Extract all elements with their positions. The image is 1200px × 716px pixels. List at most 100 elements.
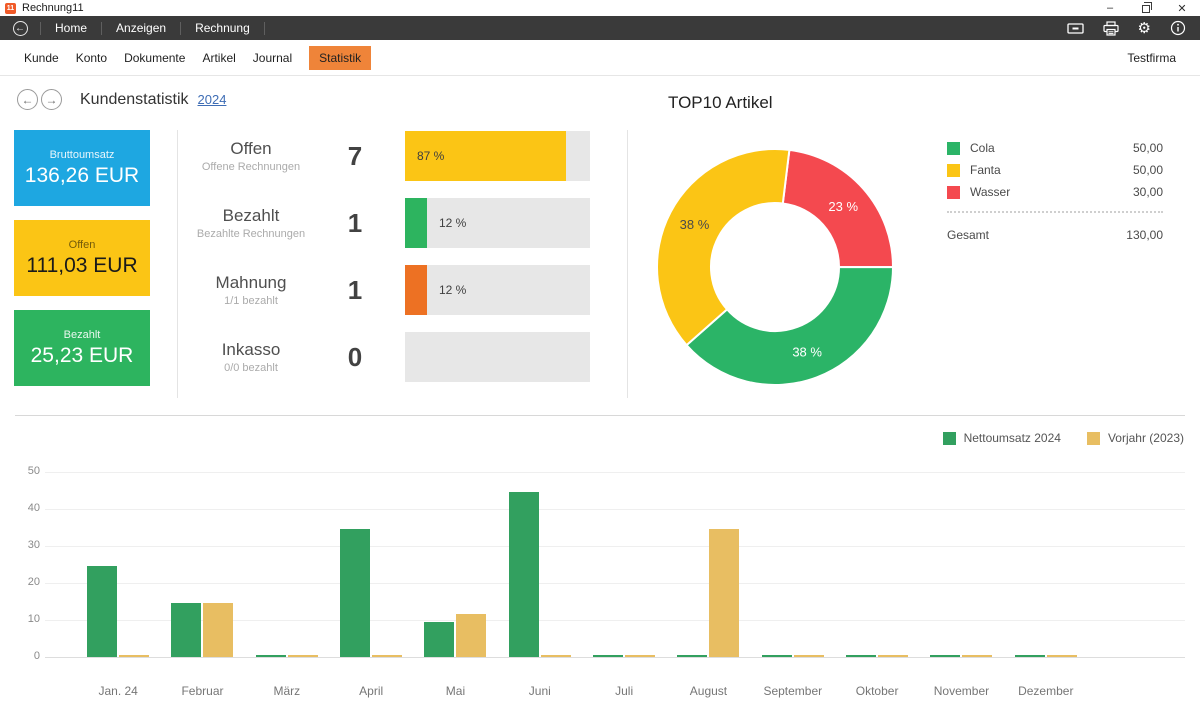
gridline <box>45 657 1185 658</box>
x-axis-label: Juli <box>582 684 666 698</box>
stat-count: 1 <box>317 208 393 239</box>
bar-nettoumsatz-2024 <box>593 655 623 657</box>
legend-label: Cola <box>970 141 995 155</box>
stat-label: Inkasso <box>185 340 317 360</box>
titlebar: 11 Rechnung11 – ✕ <box>0 0 1200 16</box>
stat-label: Bezahlt <box>185 206 317 226</box>
stat-progress-bar: 87 % <box>405 131 590 181</box>
card-label: Bezahlt <box>64 329 101 341</box>
minimize-icon: – <box>1107 2 1113 14</box>
printer-icon[interactable] <box>1103 21 1119 36</box>
menu-item-anzeigen[interactable]: Anzeigen <box>102 16 180 40</box>
menu-item-home[interactable]: Home <box>41 16 101 40</box>
menu-item-rechnung[interactable]: Rechnung <box>181 16 264 40</box>
bar-group-mai <box>413 472 497 657</box>
bar-vorjahr-2023- <box>119 655 149 657</box>
stat-count: 1 <box>317 275 393 306</box>
monthly-bar-chart: 01020304050 Jan. 24FebruarMärzAprilMaiJu… <box>0 455 1200 716</box>
stat-progress-bar: 12 % <box>405 198 590 248</box>
maximize-button[interactable] <box>1128 0 1164 16</box>
tab-kunde[interactable]: Kunde <box>24 51 59 65</box>
bar-vorjahr-2023- <box>1047 655 1077 657</box>
x-axis-label: Oktober <box>835 684 919 698</box>
horizontal-divider <box>15 415 1185 416</box>
stat-text: Offen Offene Rechnungen <box>185 139 317 173</box>
stat-count: 0 <box>317 342 393 373</box>
top10-donut-chart: 23 %38 %38 % <box>655 147 895 387</box>
x-axis-label: Jan. 24 <box>76 684 160 698</box>
stat-percent-label: 12 % <box>439 216 466 230</box>
card-label: Bruttoumsatz <box>50 149 115 161</box>
tab-konto[interactable]: Konto <box>76 51 107 65</box>
bar-nettoumsatz-2024 <box>930 655 960 657</box>
cash-drawer-icon[interactable] <box>1067 21 1084 36</box>
y-axis-tick: 30 <box>12 539 40 551</box>
bar-group-juli <box>582 472 666 657</box>
settings-gear-icon[interactable]: ⚙ <box>1138 21 1151 36</box>
tab-journal[interactable]: Journal <box>253 51 292 65</box>
stat-percent-label: 87 % <box>417 149 444 163</box>
card-label: Offen <box>69 239 96 251</box>
stat-row-bezahlt: Bezahlt Bezahlte Rechnungen 1 12 % <box>185 198 590 248</box>
x-axis-label: November <box>919 684 1003 698</box>
x-axis-label: März <box>245 684 329 698</box>
stat-progress-fill <box>405 198 427 248</box>
legend-value: 50,00 <box>1133 141 1163 155</box>
x-axis-label: Dezember <box>1004 684 1088 698</box>
bar-vorjahr-2023- <box>709 529 739 657</box>
stat-sublabel: 1/1 bezahlt <box>185 295 317 307</box>
bar-group-april <box>329 472 413 657</box>
app-icon: 11 <box>5 3 16 14</box>
minimize-button[interactable]: – <box>1092 0 1128 16</box>
bar-group-oktober <box>835 472 919 657</box>
bar-nettoumsatz-2024 <box>762 655 792 657</box>
bar-vorjahr-2023- <box>372 655 402 657</box>
top10-legend: Cola 50,00 Fanta 50,00 Wasser 30,00 Gesa… <box>947 141 1163 242</box>
chart-month-labels: Jan. 24FebruarMärzAprilMaiJuniJuliAugust… <box>76 684 1088 698</box>
card-value: 111,03 EUR <box>26 254 137 278</box>
year-link[interactable]: 2024 <box>198 92 227 107</box>
legend-swatch <box>947 186 960 199</box>
stat-progress-bar <box>405 332 590 382</box>
stat-label: Mahnung <box>185 273 317 293</box>
legend-item-wasser: Wasser 30,00 <box>947 185 1163 199</box>
tab-dokumente[interactable]: Dokumente <box>124 51 185 65</box>
bar-group-m-rz <box>245 472 329 657</box>
x-axis-label: Mai <box>413 684 497 698</box>
bar-group-juni <box>498 472 582 657</box>
stat-count: 7 <box>317 141 393 172</box>
legend-label: Nettoumsatz 2024 <box>964 431 1061 445</box>
top10-title: TOP10 Artikel <box>668 93 773 113</box>
stat-text: Mahnung 1/1 bezahlt <box>185 273 317 307</box>
right-arrow-icon: → <box>46 93 58 107</box>
info-icon[interactable] <box>1170 20 1186 36</box>
legend-value: 30,00 <box>1133 185 1163 199</box>
bar-vorjahr-2023- <box>288 655 318 657</box>
tab-artikel[interactable]: Artikel <box>202 51 235 65</box>
vertical-divider <box>177 130 178 398</box>
tabbar: Kunde Konto Dokumente Artikel Journal St… <box>0 40 1200 76</box>
bar-group-jan-24 <box>76 472 160 657</box>
company-name: Testfirma <box>1127 51 1176 65</box>
left-arrow-icon: ← <box>22 93 34 107</box>
prev-period-button[interactable]: ← <box>17 89 38 110</box>
bar-nettoumsatz-2024 <box>424 622 454 657</box>
stat-text: Inkasso 0/0 bezahlt <box>185 340 317 374</box>
stat-progress-fill <box>405 265 427 315</box>
close-button[interactable]: ✕ <box>1164 0 1200 16</box>
legend-item-nettoumsatz-2024: Nettoumsatz 2024 <box>943 431 1061 445</box>
y-axis-tick: 20 <box>12 576 40 588</box>
card-value: 25,23 EUR <box>31 344 134 368</box>
tab-statistik[interactable]: Statistik <box>309 46 371 70</box>
card-bruttoumsatz: Bruttoumsatz 136,26 EUR <box>14 130 150 206</box>
next-period-button[interactable]: → <box>41 89 62 110</box>
legend-value: 50,00 <box>1133 163 1163 177</box>
stat-row-offen: Offen Offene Rechnungen 7 87 % <box>185 131 590 181</box>
bar-nettoumsatz-2024 <box>87 566 117 657</box>
menu-back-button[interactable]: ← <box>0 21 40 36</box>
vertical-divider <box>627 130 628 398</box>
donut-percent-label: 38 % <box>680 217 710 232</box>
restore-icon <box>1142 5 1150 13</box>
total-value: 130,00 <box>1126 228 1163 242</box>
legend-item-vorjahr-2023-: Vorjahr (2023) <box>1087 431 1184 445</box>
